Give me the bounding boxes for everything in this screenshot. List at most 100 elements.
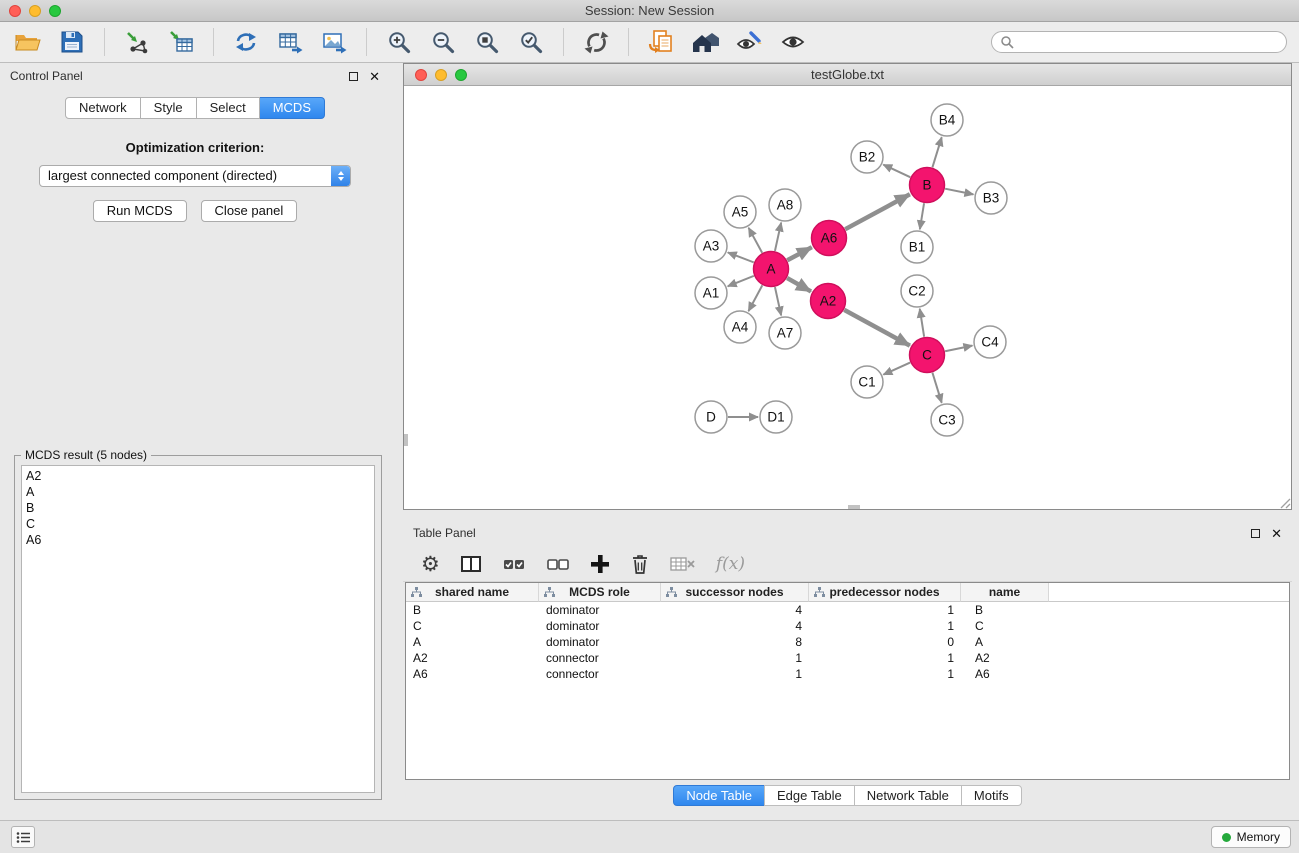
eye-icon[interactable] [777, 27, 809, 57]
zoom-network-window-button[interactable] [455, 69, 467, 81]
network-node-C1[interactable]: C1 [851, 366, 883, 398]
vertical-scroll-indicator[interactable] [404, 434, 408, 446]
refresh-icon[interactable] [580, 27, 612, 57]
save-session-icon[interactable] [56, 27, 88, 57]
network-edge-A-A8[interactable] [775, 223, 781, 251]
network-edge-B-B4[interactable] [932, 137, 941, 167]
column-header-shared-name[interactable]: shared name [406, 583, 539, 602]
network-node-A[interactable]: A [754, 252, 789, 287]
minimize-network-window-button[interactable] [435, 69, 447, 81]
tab-network-table[interactable]: Network Table [854, 785, 962, 806]
new-column-icon[interactable] [590, 551, 610, 577]
function-builder-icon[interactable]: f(x) [716, 554, 745, 574]
table-cell[interactable]: 8 [661, 634, 809, 650]
tab-select[interactable]: Select [197, 97, 260, 119]
network-edge-C-C3[interactable] [932, 373, 941, 403]
annotation-eye-icon[interactable] [733, 27, 765, 57]
result-item[interactable]: A [26, 484, 370, 500]
tab-edge-table[interactable]: Edge Table [764, 785, 855, 806]
network-edge-A2-C[interactable] [844, 310, 910, 346]
table-cell[interactable]: A [961, 634, 1049, 650]
minimize-window-button[interactable] [29, 5, 41, 17]
delete-column-icon[interactable] [630, 551, 650, 577]
tab-mcds[interactable]: MCDS [260, 97, 325, 119]
network-node-B4[interactable]: B4 [931, 104, 963, 136]
table-cell[interactable]: A6 [406, 666, 539, 682]
close-table-panel-icon[interactable]: ✕ [1271, 529, 1282, 538]
tab-style[interactable]: Style [141, 97, 197, 119]
close-panel-button[interactable]: Close panel [201, 200, 298, 222]
table-cell[interactable]: connector [539, 666, 661, 682]
network-edge-A6-B[interactable] [845, 194, 910, 229]
network-edge-B-B1[interactable] [920, 203, 924, 229]
table-cell[interactable]: 1 [661, 666, 809, 682]
select-all-icon[interactable] [502, 551, 526, 577]
network-edge-A-A2[interactable] [787, 278, 811, 291]
close-network-window-button[interactable] [415, 69, 427, 81]
network-edge-A-A5[interactable] [749, 228, 763, 253]
result-item[interactable]: C [26, 516, 370, 532]
float-panel-icon[interactable] [349, 72, 358, 81]
new-network-view-icon[interactable] [230, 27, 262, 57]
optimization-criterion-dropdown[interactable]: largest connected component (directed) [39, 165, 351, 187]
column-header-name[interactable]: name [961, 583, 1049, 602]
delete-table-icon[interactable] [670, 551, 696, 577]
resize-grip-icon[interactable] [1277, 495, 1291, 509]
tab-node-table[interactable]: Node Table [673, 785, 765, 806]
network-node-D1[interactable]: D1 [760, 401, 792, 433]
network-node-A1[interactable]: A1 [695, 277, 727, 309]
network-edge-A-A1[interactable] [728, 276, 754, 286]
table-cell[interactable]: C [961, 618, 1049, 634]
network-node-A2[interactable]: A2 [811, 284, 846, 319]
network-edge-A-A3[interactable] [728, 252, 754, 262]
table-cell[interactable]: B [406, 602, 539, 618]
export-table-icon[interactable] [274, 27, 306, 57]
table-cell[interactable]: dominator [539, 634, 661, 650]
table-options-icon[interactable]: ⚙ [421, 551, 440, 577]
deselect-all-icon[interactable] [546, 551, 570, 577]
network-edge-B-B3[interactable] [945, 189, 973, 195]
zoom-in-icon[interactable] [383, 27, 415, 57]
network-node-B2[interactable]: B2 [851, 141, 883, 173]
table-cell[interactable]: 0 [809, 634, 961, 650]
task-history-button[interactable] [11, 826, 35, 848]
table-cell[interactable]: A2 [406, 650, 539, 666]
network-node-A6[interactable]: A6 [812, 221, 847, 256]
network-node-B3[interactable]: B3 [975, 182, 1007, 214]
network-edge-A-A7[interactable] [775, 287, 781, 315]
result-item[interactable]: A6 [26, 532, 370, 548]
zoom-selected-icon[interactable] [515, 27, 547, 57]
recent-documents-icon[interactable] [645, 27, 677, 57]
network-node-A7[interactable]: A7 [769, 317, 801, 349]
horizontal-scroll-indicator[interactable] [848, 505, 860, 509]
network-edge-B-B2[interactable] [883, 165, 910, 178]
table-cell[interactable]: 1 [809, 666, 961, 682]
open-file-icon[interactable] [12, 27, 44, 57]
network-node-A4[interactable]: A4 [724, 311, 756, 343]
table-cell[interactable]: A [406, 634, 539, 650]
column-header-predecessor-nodes[interactable]: predecessor nodes [809, 583, 961, 602]
import-table-icon[interactable] [165, 27, 197, 57]
network-edge-C-C1[interactable] [883, 363, 910, 375]
column-header-mcds-role[interactable]: MCDS role [539, 583, 661, 602]
network-node-C3[interactable]: C3 [931, 404, 963, 436]
close-window-button[interactable] [9, 5, 21, 17]
network-node-A3[interactable]: A3 [695, 230, 727, 262]
table-cell[interactable]: 1 [809, 602, 961, 618]
network-edge-C-C4[interactable] [945, 346, 972, 352]
home-icon[interactable] [689, 27, 721, 57]
network-node-B1[interactable]: B1 [901, 231, 933, 263]
export-image-icon[interactable] [318, 27, 350, 57]
import-network-icon[interactable] [121, 27, 153, 57]
memory-button[interactable]: Memory [1211, 826, 1291, 848]
close-panel-icon[interactable]: ✕ [369, 72, 380, 81]
table-cell[interactable]: 1 [809, 618, 961, 634]
zoom-out-icon[interactable] [427, 27, 459, 57]
float-table-panel-icon[interactable] [1251, 529, 1260, 538]
run-mcds-button[interactable]: Run MCDS [93, 200, 187, 222]
show-hide-columns-icon[interactable] [460, 551, 482, 577]
table-cell[interactable]: C [406, 618, 539, 634]
network-node-D[interactable]: D [695, 401, 727, 433]
table-cell[interactable]: 4 [661, 602, 809, 618]
table-cell[interactable]: A2 [961, 650, 1049, 666]
